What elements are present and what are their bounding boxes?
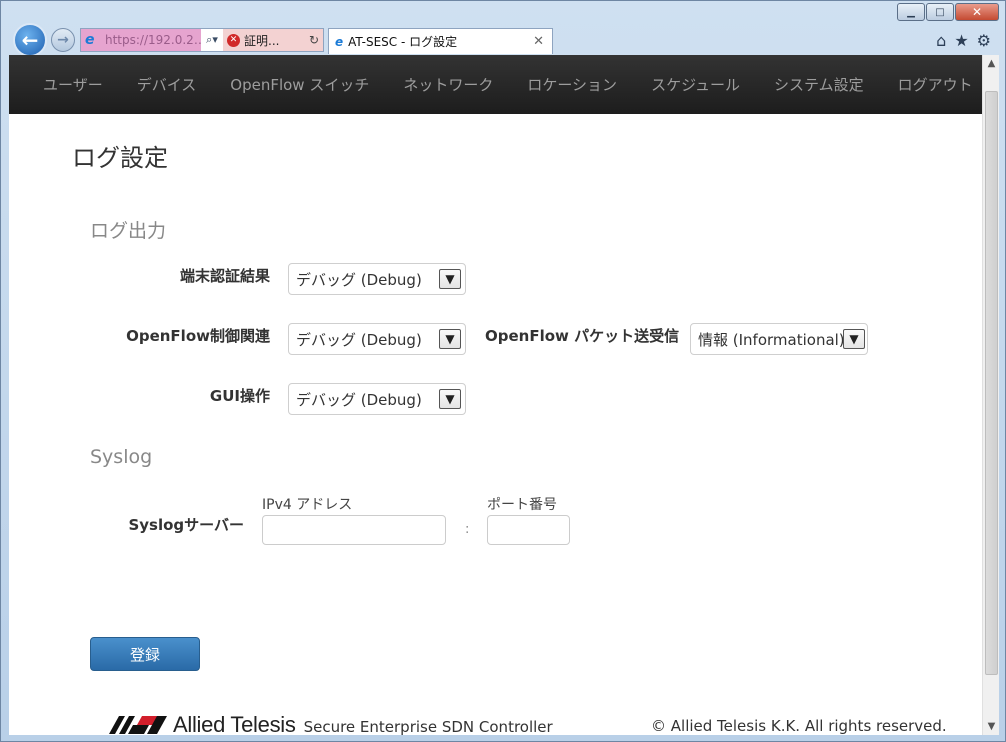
back-arrow-icon: ← bbox=[21, 28, 39, 52]
footer-brand: Allied Telesis Secure Enterprise SDN Con… bbox=[109, 712, 553, 735]
chevron-down-icon[interactable]: ▼ bbox=[439, 389, 461, 409]
main-content: ログ設定 ログ出力 端末認証結果 デバッグ (Debug) ▼ OpenFlow… bbox=[9, 114, 982, 735]
label-ipv4-address: IPv4 アドレス bbox=[262, 497, 353, 513]
back-button[interactable]: ← bbox=[13, 23, 47, 57]
close-window-button[interactable]: ✕ bbox=[955, 3, 999, 21]
chevron-down-icon[interactable]: ▼ bbox=[843, 329, 865, 349]
label-terminal-auth: 端末認証結果 bbox=[179, 267, 270, 285]
select-gui-operation[interactable]: デバッグ (Debug) ▼ bbox=[288, 383, 466, 415]
scroll-up-icon[interactable]: ▲ bbox=[983, 55, 999, 72]
cert-error-icon: ✕ bbox=[227, 33, 240, 47]
search-icon[interactable]: ⌕▾ bbox=[201, 33, 223, 47]
nav-item-location[interactable]: ロケーション bbox=[527, 74, 617, 95]
section-heading-log-output: ログ出力 bbox=[90, 220, 167, 242]
minimize-button[interactable]: ▁ bbox=[897, 3, 925, 21]
certificate-error[interactable]: ✕ 証明... ↻ bbox=[223, 29, 323, 51]
home-icon[interactable]: ⌂ bbox=[936, 31, 946, 50]
label-gui-operation: GUI操作 bbox=[209, 387, 270, 405]
label-syslog-server: Syslogサーバー bbox=[128, 516, 244, 534]
select-openflow-control[interactable]: デバッグ (Debug) ▼ bbox=[288, 323, 466, 355]
nav-item-logout[interactable]: ログアウト bbox=[898, 74, 973, 95]
maximize-button[interactable]: □ bbox=[926, 3, 954, 21]
address-bar[interactable]: e https://192.0.2… ⌕▾ ✕ 証明... ↻ bbox=[80, 28, 324, 52]
section-heading-syslog: Syslog bbox=[90, 446, 153, 468]
forward-arrow-icon: → bbox=[57, 32, 69, 48]
allied-telesis-logo-icon bbox=[109, 716, 167, 734]
nav-item-system-settings[interactable]: システム設定 bbox=[774, 74, 864, 95]
favorites-star-icon[interactable]: ★ bbox=[954, 31, 968, 50]
page-viewport: ユーザー デバイス OpenFlow スイッチ ネットワーク ロケーション スケ… bbox=[9, 55, 999, 735]
copyright-text: © Allied Telesis K.K. All rights reserve… bbox=[651, 717, 947, 735]
gear-icon[interactable]: ⚙ bbox=[977, 31, 991, 50]
nav-item-users[interactable]: ユーザー bbox=[43, 74, 103, 95]
browser-window: ▁ □ ✕ ← → e https://192.0.2… ⌕▾ ✕ 証明... … bbox=[0, 0, 1006, 742]
label-openflow-packet: OpenFlow パケット送受信 bbox=[485, 327, 680, 345]
refresh-icon[interactable]: ↻ bbox=[309, 33, 319, 47]
nav-item-schedule[interactable]: スケジュール bbox=[651, 74, 740, 95]
select-openflow-packet[interactable]: 情報 (Informational) ▼ bbox=[690, 323, 868, 355]
chevron-down-icon[interactable]: ▼ bbox=[439, 269, 461, 289]
label-openflow-control: OpenFlow制御関連 bbox=[126, 327, 270, 345]
address-port-separator: : bbox=[465, 522, 470, 537]
forward-button[interactable]: → bbox=[51, 28, 75, 52]
nav-item-devices[interactable]: デバイス bbox=[137, 74, 197, 95]
nav-item-openflow-switch[interactable]: OpenFlow スイッチ bbox=[230, 74, 369, 95]
scroll-down-icon[interactable]: ▼ bbox=[983, 718, 999, 735]
submit-button[interactable]: 登録 bbox=[90, 637, 200, 671]
browser-tab-active[interactable]: e AT-SESC - ログ設定 ✕ bbox=[328, 28, 553, 54]
browser-toolbar-icons: ⌂ ★ ⚙ bbox=[936, 31, 991, 50]
product-name: Secure Enterprise SDN Controller bbox=[303, 717, 553, 736]
top-navbar: ユーザー デバイス OpenFlow スイッチ ネットワーク ロケーション スケ… bbox=[9, 55, 999, 114]
page-title: ログ設定 bbox=[72, 144, 168, 172]
chevron-down-icon[interactable]: ▼ bbox=[439, 329, 461, 349]
scrollbar-thumb[interactable] bbox=[985, 91, 998, 675]
close-tab-icon[interactable]: ✕ bbox=[533, 34, 544, 49]
ie-tab-icon: e bbox=[335, 34, 344, 49]
port-number-input[interactable] bbox=[487, 515, 570, 545]
brand-name: Allied Telesis bbox=[173, 712, 296, 735]
select-terminal-auth[interactable]: デバッグ (Debug) ▼ bbox=[288, 263, 466, 295]
ipv4-address-input[interactable] bbox=[262, 515, 446, 545]
label-port-number: ポート番号 bbox=[487, 497, 557, 513]
nav-item-network[interactable]: ネットワーク bbox=[403, 74, 493, 95]
ie-favicon-icon: e bbox=[85, 32, 95, 48]
window-controls: ▁ □ ✕ bbox=[896, 3, 999, 21]
vertical-scrollbar[interactable]: ▲ ▼ bbox=[982, 55, 999, 735]
address-url[interactable]: e https://192.0.2… bbox=[81, 29, 201, 51]
